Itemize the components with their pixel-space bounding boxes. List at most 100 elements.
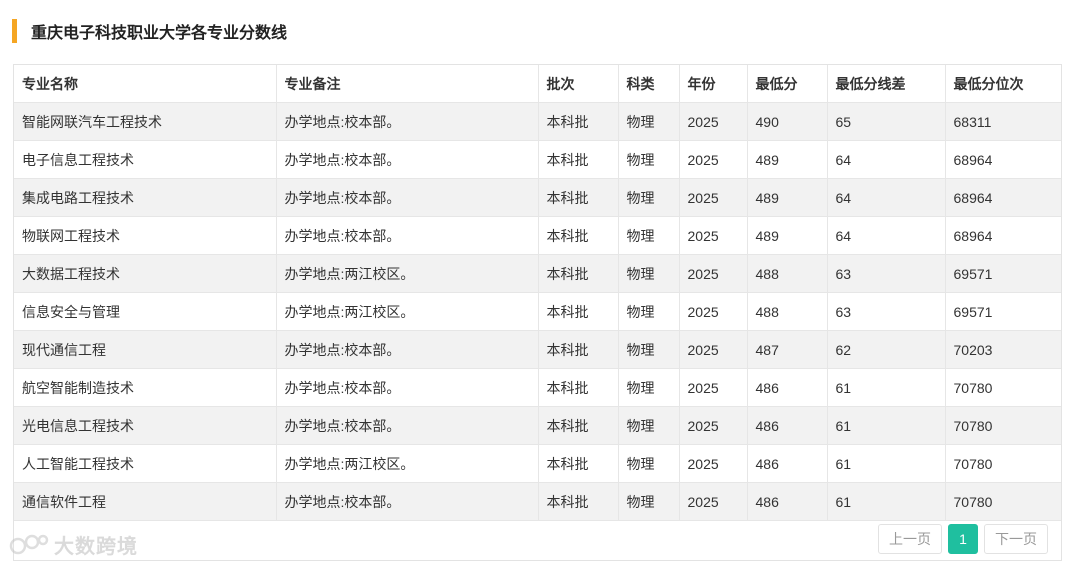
cell-year: 2025 bbox=[679, 330, 748, 369]
watermark: 大数跨境 bbox=[8, 530, 138, 559]
cell-min-score: 487 bbox=[747, 330, 828, 369]
table-row: 通信软件工程 办学地点:校本部。 本科批 物理 2025 486 61 70780 bbox=[14, 482, 1061, 521]
cell-major-note: 办学地点:校本部。 bbox=[276, 102, 539, 141]
cell-subject: 物理 bbox=[618, 482, 680, 521]
cell-min-rank: 68964 bbox=[945, 140, 1061, 179]
table-row: 大数据工程技术 办学地点:两江校区。 本科批 物理 2025 488 63 69571 bbox=[14, 254, 1061, 293]
cell-year: 2025 bbox=[679, 140, 748, 179]
cell-year: 2025 bbox=[679, 444, 748, 483]
table-row: 电子信息工程技术 办学地点:校本部。 本科批 物理 2025 489 64 68964 bbox=[14, 140, 1061, 179]
cell-min-score: 489 bbox=[747, 216, 828, 255]
next-page-button[interactable]: 下一页 bbox=[984, 524, 1048, 554]
cell-major-note: 办学地点:校本部。 bbox=[276, 482, 539, 521]
table-row: 现代通信工程 办学地点:校本部。 本科批 物理 2025 487 62 70203 bbox=[14, 330, 1061, 369]
cell-subject: 物理 bbox=[618, 216, 680, 255]
brand-logo-icon bbox=[9, 534, 49, 554]
cell-major-note: 办学地点:校本部。 bbox=[276, 330, 539, 369]
cell-batch: 本科批 bbox=[538, 482, 619, 521]
cell-min-score: 490 bbox=[747, 102, 828, 141]
cell-score-diff: 64 bbox=[827, 216, 946, 255]
cell-major-note: 办学地点:校本部。 bbox=[276, 178, 539, 217]
cell-min-score: 489 bbox=[747, 178, 828, 217]
table-row: 光电信息工程技术 办学地点:校本部。 本科批 物理 2025 486 61 70780 bbox=[14, 406, 1061, 445]
cell-subject: 物理 bbox=[618, 444, 680, 483]
cell-score-diff: 61 bbox=[827, 406, 946, 445]
table-row: 集成电路工程技术 办学地点:校本部。 本科批 物理 2025 489 64 68964 bbox=[14, 178, 1061, 217]
cell-year: 2025 bbox=[679, 482, 748, 521]
cell-major-note: 办学地点:校本部。 bbox=[276, 368, 539, 407]
cell-year: 2025 bbox=[679, 406, 748, 445]
cell-min-score: 486 bbox=[747, 482, 828, 521]
cell-major-name: 集成电路工程技术 bbox=[14, 178, 277, 217]
cell-year: 2025 bbox=[679, 178, 748, 217]
cell-major-name: 大数据工程技术 bbox=[14, 254, 277, 293]
col-header-year[interactable]: 年份 bbox=[679, 65, 748, 103]
page-1-button[interactable]: 1 bbox=[948, 524, 978, 554]
col-header-batch[interactable]: 批次 bbox=[538, 65, 619, 103]
col-header-score-diff[interactable]: 最低分线差 bbox=[827, 65, 946, 103]
cell-score-diff: 61 bbox=[827, 482, 946, 521]
cell-year: 2025 bbox=[679, 102, 748, 141]
cell-major-name: 光电信息工程技术 bbox=[14, 406, 277, 445]
cell-score-diff: 61 bbox=[827, 444, 946, 483]
cell-year: 2025 bbox=[679, 368, 748, 407]
prev-page-button[interactable]: 上一页 bbox=[878, 524, 942, 554]
col-header-major[interactable]: 专业名称 bbox=[14, 65, 277, 103]
score-table: 专业名称 专业备注 批次 科类 年份 最低分 最低分线差 最低分位次 智能网联汽… bbox=[14, 65, 1061, 521]
cell-year: 2025 bbox=[679, 254, 748, 293]
cell-batch: 本科批 bbox=[538, 368, 619, 407]
cell-major-name: 电子信息工程技术 bbox=[14, 140, 277, 179]
cell-min-score: 488 bbox=[747, 292, 828, 331]
cell-score-diff: 62 bbox=[827, 330, 946, 369]
cell-subject: 物理 bbox=[618, 140, 680, 179]
table-row: 信息安全与管理 办学地点:两江校区。 本科批 物理 2025 488 63 69571 bbox=[14, 292, 1061, 331]
cell-major-name: 物联网工程技术 bbox=[14, 216, 277, 255]
cell-min-score: 489 bbox=[747, 140, 828, 179]
cell-batch: 本科批 bbox=[538, 140, 619, 179]
page-header: 重庆电子科技职业大学各专业分数线 bbox=[12, 18, 287, 44]
cell-min-score: 486 bbox=[747, 368, 828, 407]
cell-major-note: 办学地点:校本部。 bbox=[276, 216, 539, 255]
cell-major-note: 办学地点:两江校区。 bbox=[276, 292, 539, 331]
cell-batch: 本科批 bbox=[538, 444, 619, 483]
cell-min-rank: 70780 bbox=[945, 482, 1061, 521]
cell-min-rank: 68311 bbox=[945, 102, 1061, 141]
col-header-min-rank[interactable]: 最低分位次 bbox=[945, 65, 1061, 103]
watermark-text: 大数跨境 bbox=[54, 536, 138, 558]
cell-min-rank: 68964 bbox=[945, 216, 1061, 255]
cell-min-score: 488 bbox=[747, 254, 828, 293]
table-row: 人工智能工程技术 办学地点:两江校区。 本科批 物理 2025 486 61 70780 bbox=[14, 444, 1061, 483]
table-row: 智能网联汽车工程技术 办学地点:校本部。 本科批 物理 2025 490 65 68311 bbox=[14, 102, 1061, 141]
cell-min-score: 486 bbox=[747, 406, 828, 445]
cell-subject: 物理 bbox=[618, 292, 680, 331]
table-row: 物联网工程技术 办学地点:校本部。 本科批 物理 2025 489 64 68964 bbox=[14, 216, 1061, 255]
cell-major-name: 航空智能制造技术 bbox=[14, 368, 277, 407]
page-title: 重庆电子科技职业大学各专业分数线 bbox=[31, 25, 288, 42]
cell-major-note: 办学地点:两江校区。 bbox=[276, 444, 539, 483]
cell-major-note: 办学地点:校本部。 bbox=[276, 406, 539, 445]
cell-major-name: 通信软件工程 bbox=[14, 482, 277, 521]
cell-subject: 物理 bbox=[618, 330, 680, 369]
cell-subject: 物理 bbox=[618, 254, 680, 293]
cell-year: 2025 bbox=[679, 216, 748, 255]
cell-batch: 本科批 bbox=[538, 330, 619, 369]
cell-batch: 本科批 bbox=[538, 406, 619, 445]
score-table-card: 专业名称 专业备注 批次 科类 年份 最低分 最低分线差 最低分位次 智能网联汽… bbox=[13, 64, 1062, 561]
cell-subject: 物理 bbox=[618, 178, 680, 217]
table-row: 航空智能制造技术 办学地点:校本部。 本科批 物理 2025 486 61 70780 bbox=[14, 368, 1061, 407]
cell-min-rank: 70780 bbox=[945, 444, 1061, 483]
cell-major-note: 办学地点:两江校区。 bbox=[276, 254, 539, 293]
cell-score-diff: 64 bbox=[827, 140, 946, 179]
cell-subject: 物理 bbox=[618, 102, 680, 141]
cell-subject: 物理 bbox=[618, 368, 680, 407]
cell-batch: 本科批 bbox=[538, 254, 619, 293]
cell-subject: 物理 bbox=[618, 406, 680, 445]
table-header-row: 专业名称 专业备注 批次 科类 年份 最低分 最低分线差 最低分位次 bbox=[14, 65, 1061, 103]
cell-batch: 本科批 bbox=[538, 216, 619, 255]
cell-major-name: 现代通信工程 bbox=[14, 330, 277, 369]
col-header-min-score[interactable]: 最低分 bbox=[747, 65, 828, 103]
col-header-note[interactable]: 专业备注 bbox=[276, 65, 539, 103]
col-header-subject[interactable]: 科类 bbox=[618, 65, 680, 103]
cell-batch: 本科批 bbox=[538, 178, 619, 217]
cell-major-note: 办学地点:校本部。 bbox=[276, 140, 539, 179]
